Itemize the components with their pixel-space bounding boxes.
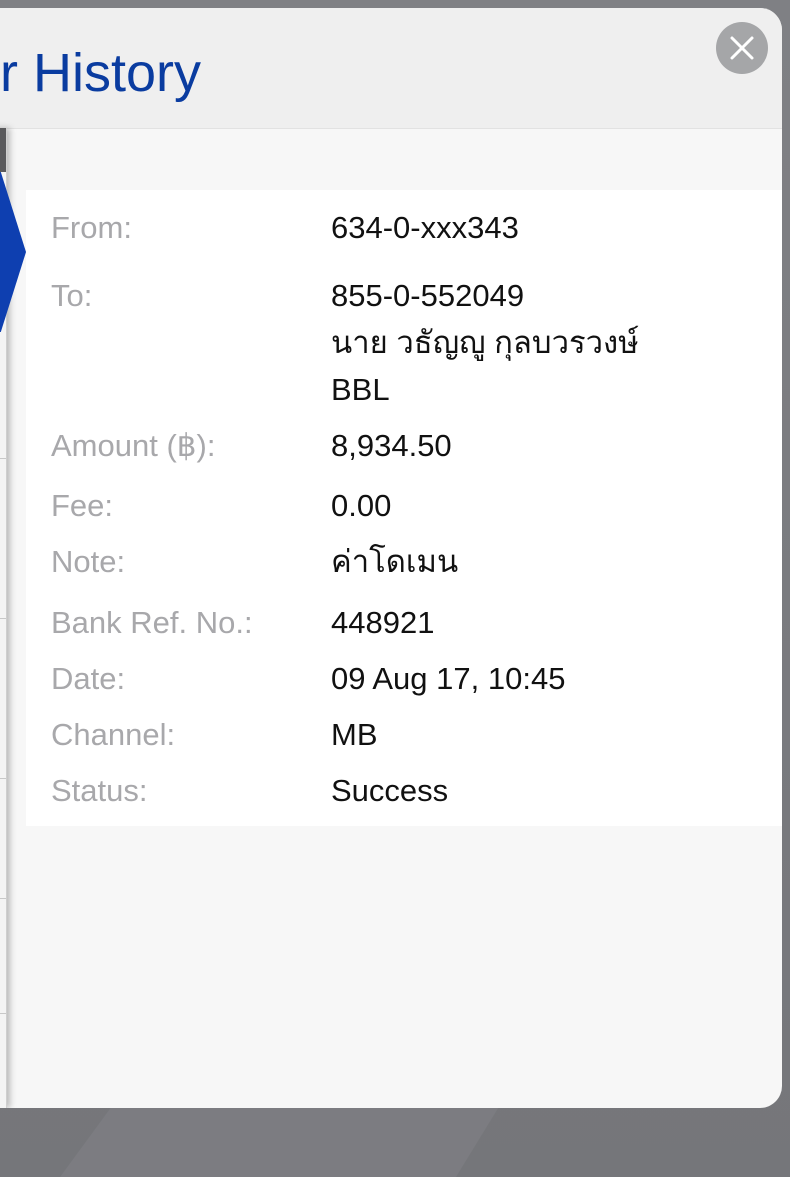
date-label: Date: (51, 661, 126, 696)
to-name: นาย วธัญญู กุลบวรวงษ์ (331, 325, 639, 360)
list-divider (0, 618, 6, 619)
bank-ref-label: Bank Ref. No.: (51, 605, 253, 640)
to-value: 855-0-552049 นาย วธัญญู กุลบวรวงษ์ BBL (331, 272, 639, 413)
list-divider (0, 1013, 6, 1014)
channel-label: Channel: (51, 717, 176, 752)
transfer-details: From: 634-0-xxx343 To: 855-0-552049 นาย … (26, 190, 782, 826)
to-bank: BBL (331, 372, 390, 407)
to-label: To: (51, 278, 93, 313)
close-button[interactable] (716, 22, 768, 74)
status-label: Status: (51, 773, 148, 808)
amount-value: 8,934.50 (331, 428, 452, 463)
to-account: 855-0-552049 (331, 278, 525, 313)
note-value: ค่าโดเมน (331, 544, 459, 579)
modal-header: er History (0, 8, 782, 129)
from-value: 634-0-xxx343 (331, 210, 519, 245)
backdrop-shape (60, 1105, 500, 1177)
modal-title: er History (0, 43, 202, 103)
date-value: 09 Aug 17, 10:45 (331, 661, 566, 696)
from-label: From: (51, 210, 132, 245)
list-divider (0, 898, 6, 899)
note-label: Note: (51, 544, 126, 579)
list-header-bar (0, 128, 6, 172)
fee-label: Fee: (51, 488, 114, 523)
list-divider (0, 778, 6, 779)
list-divider (0, 458, 6, 459)
selected-list-item[interactable] (0, 172, 26, 332)
status-value: Success (331, 773, 449, 808)
channel-value: MB (331, 717, 378, 752)
bank-ref-value: 448921 (331, 605, 435, 640)
transfer-history-modal: er History From: 634-0-xxx343 To: 855-0-… (0, 8, 782, 1108)
fee-value: 0.00 (331, 488, 392, 523)
close-icon (730, 36, 754, 60)
amount-label: Amount (฿): (51, 428, 216, 463)
